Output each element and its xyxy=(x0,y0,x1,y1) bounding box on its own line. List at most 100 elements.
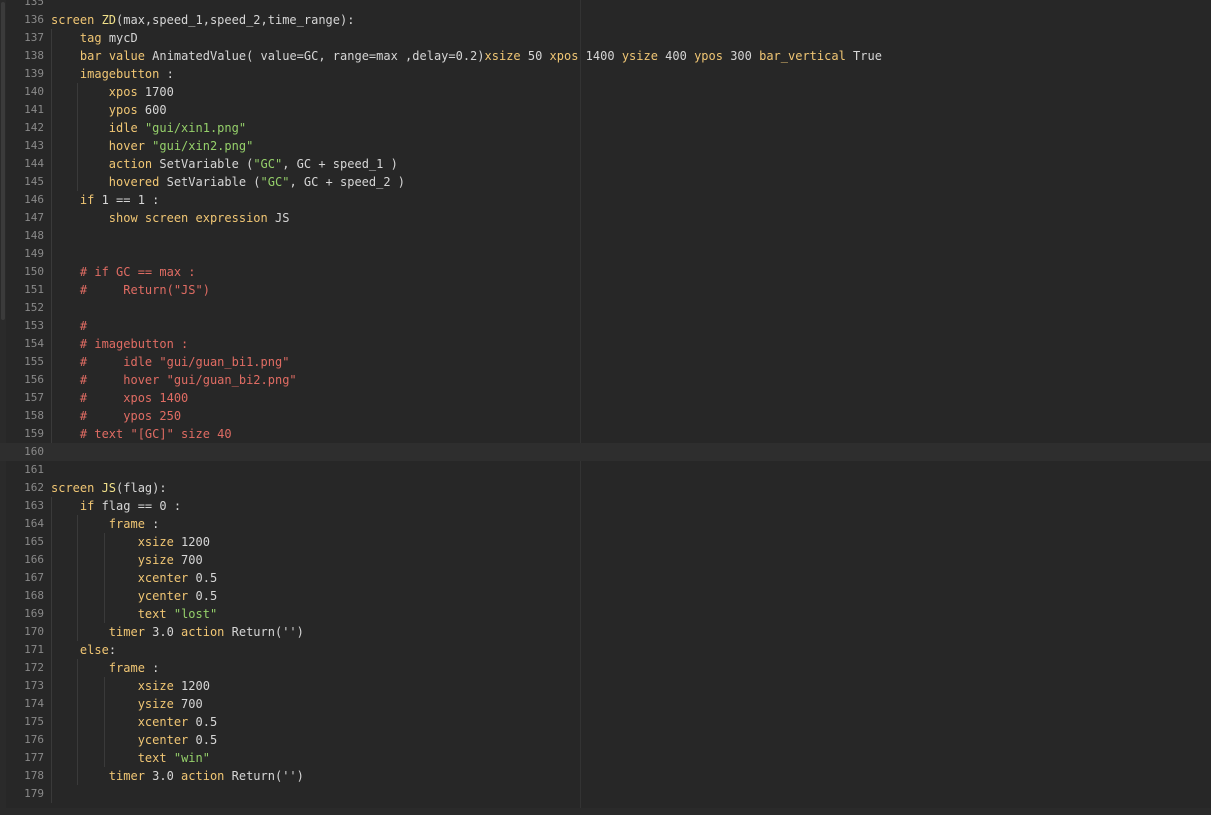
code-line[interactable]: 153 # xyxy=(0,317,1211,335)
code-line[interactable]: 148 xyxy=(0,227,1211,245)
line-number: 151 xyxy=(24,283,44,296)
code-token: else xyxy=(79,643,109,657)
code-line[interactable]: 147 show screen expression JS xyxy=(0,209,1211,227)
code-token: xpos xyxy=(108,85,138,99)
code-token: action xyxy=(181,769,225,783)
code-line[interactable]: 151 # Return("JS") xyxy=(0,281,1211,299)
code-token: : xyxy=(159,67,174,81)
code-line[interactable]: 137 tag mycD xyxy=(0,29,1211,47)
code-token: AnimatedValue( value=GC, range=max ,dela… xyxy=(144,49,485,63)
line-number: 169 xyxy=(24,607,44,620)
code-token: bar_vertical xyxy=(759,49,846,63)
code-line[interactable]: 154 # imagebutton : xyxy=(0,335,1211,353)
indent-guide xyxy=(104,677,105,767)
line-number: 174 xyxy=(24,697,44,710)
code-token: ycenter xyxy=(137,733,189,747)
indent-guide xyxy=(51,29,52,443)
code-line[interactable]: 172 frame : xyxy=(0,659,1211,677)
code-line[interactable]: 160 xyxy=(0,443,1211,461)
code-line[interactable]: 136 screen ZD(max,speed_1,speed_2,time_ra… xyxy=(0,11,1211,29)
code-line[interactable]: 166 ysize 700 xyxy=(0,551,1211,569)
code-text-area[interactable]: 135 136 screen ZD(max,speed_1,speed_2,time… xyxy=(0,0,1211,815)
line-text: show screen expression JS xyxy=(51,209,290,227)
line-number: 165 xyxy=(24,535,44,548)
line-text: text "win" xyxy=(51,749,210,767)
code-token: 50 xyxy=(520,49,550,63)
code-line[interactable]: 178 timer 3.0 action Return('') xyxy=(0,767,1211,785)
code-token: text xyxy=(137,607,167,621)
code-token: 700 xyxy=(173,697,203,711)
code-line[interactable]: 164 frame : xyxy=(0,515,1211,533)
code-line[interactable]: 150 # if GC == max : xyxy=(0,263,1211,281)
code-line[interactable]: 144 action SetVariable ("GC", GC + speed… xyxy=(0,155,1211,173)
line-text: ysize 700 xyxy=(51,551,203,569)
code-line[interactable]: 156 # hover "gui/guan_bi2.png" xyxy=(0,371,1211,389)
line-number: 142 xyxy=(24,121,44,134)
code-line[interactable]: 152 xyxy=(0,299,1211,317)
code-token: # hover "gui/guan_bi2.png" xyxy=(79,373,297,387)
code-line[interactable]: 135 xyxy=(0,0,1211,11)
horizontal-scrollbar[interactable] xyxy=(0,808,1211,815)
line-number: 168 xyxy=(24,589,44,602)
indent-guide xyxy=(77,83,78,191)
line-number: 167 xyxy=(24,571,44,584)
code-line[interactable]: 145 hovered SetVariable ("GC", GC + spee… xyxy=(0,173,1211,191)
code-line[interactable]: 139 imagebutton : xyxy=(0,65,1211,83)
code-line[interactable]: 161 xyxy=(0,461,1211,479)
code-token: 700 xyxy=(173,553,203,567)
code-line[interactable]: 170 timer 3.0 action Return('') xyxy=(0,623,1211,641)
code-line[interactable]: 140 xpos 1700 xyxy=(0,83,1211,101)
line-text: xcenter 0.5 xyxy=(51,713,217,731)
code-line[interactable]: 168 ycenter 0.5 xyxy=(0,587,1211,605)
code-line[interactable]: 155 # idle "gui/guan_bi1.png" xyxy=(0,353,1211,371)
code-line[interactable]: 159 # text "[GC]" size 40 xyxy=(0,425,1211,443)
line-text: if 1 == 1 : xyxy=(51,191,159,209)
code-line[interactable]: 142 idle "gui/xin1.png" xyxy=(0,119,1211,137)
line-number: 173 xyxy=(24,679,44,692)
code-line[interactable]: 162 screen JS(flag): xyxy=(0,479,1211,497)
line-number: 138 xyxy=(24,49,44,62)
code-line[interactable]: 177 text "win" xyxy=(0,749,1211,767)
code-token: # xpos 1400 xyxy=(79,391,189,405)
code-line[interactable]: 163 if flag == 0 : xyxy=(0,497,1211,515)
code-token: # idle "gui/guan_bi1.png" xyxy=(79,355,290,369)
line-number: 166 xyxy=(24,553,44,566)
code-line[interactable]: 143 hover "gui/xin2.png" xyxy=(0,137,1211,155)
code-token: # if GC == max : xyxy=(79,265,196,279)
code-line[interactable]: 157 # xpos 1400 xyxy=(0,389,1211,407)
code-line[interactable]: 149 xyxy=(0,245,1211,263)
code-line[interactable]: 176 ycenter 0.5 xyxy=(0,731,1211,749)
code-token: frame xyxy=(108,517,145,531)
code-token: hover xyxy=(108,139,145,153)
line-text: # imagebutton : xyxy=(51,335,188,353)
line-text: hovered SetVariable ("GC", GC + speed_2 … xyxy=(51,173,405,191)
code-line[interactable]: 158 # ypos 250 xyxy=(0,407,1211,425)
code-line[interactable]: 174 ysize 700 xyxy=(0,695,1211,713)
code-line[interactable]: 165 xsize 1200 xyxy=(0,533,1211,551)
code-line[interactable]: 169 text "lost" xyxy=(0,605,1211,623)
code-line[interactable]: 167 xcenter 0.5 xyxy=(0,569,1211,587)
code-token: timer xyxy=(108,625,145,639)
code-line[interactable]: 146 if 1 == 1 : xyxy=(0,191,1211,209)
code-line[interactable]: 179 xyxy=(0,785,1211,803)
code-line[interactable]: 171 else: xyxy=(0,641,1211,659)
code-line[interactable]: 141 ypos 600 xyxy=(0,101,1211,119)
line-text: frame : xyxy=(51,659,160,677)
code-editor[interactable]: 135 136 screen ZD(max,speed_1,speed_2,time… xyxy=(0,0,1211,815)
code-line[interactable]: 173 xsize 1200 xyxy=(0,677,1211,695)
code-line[interactable]: 175 xcenter 0.5 xyxy=(0,713,1211,731)
indent-guide xyxy=(51,497,52,803)
code-line[interactable]: 138 bar value AnimatedValue( value=GC, r… xyxy=(0,47,1211,65)
